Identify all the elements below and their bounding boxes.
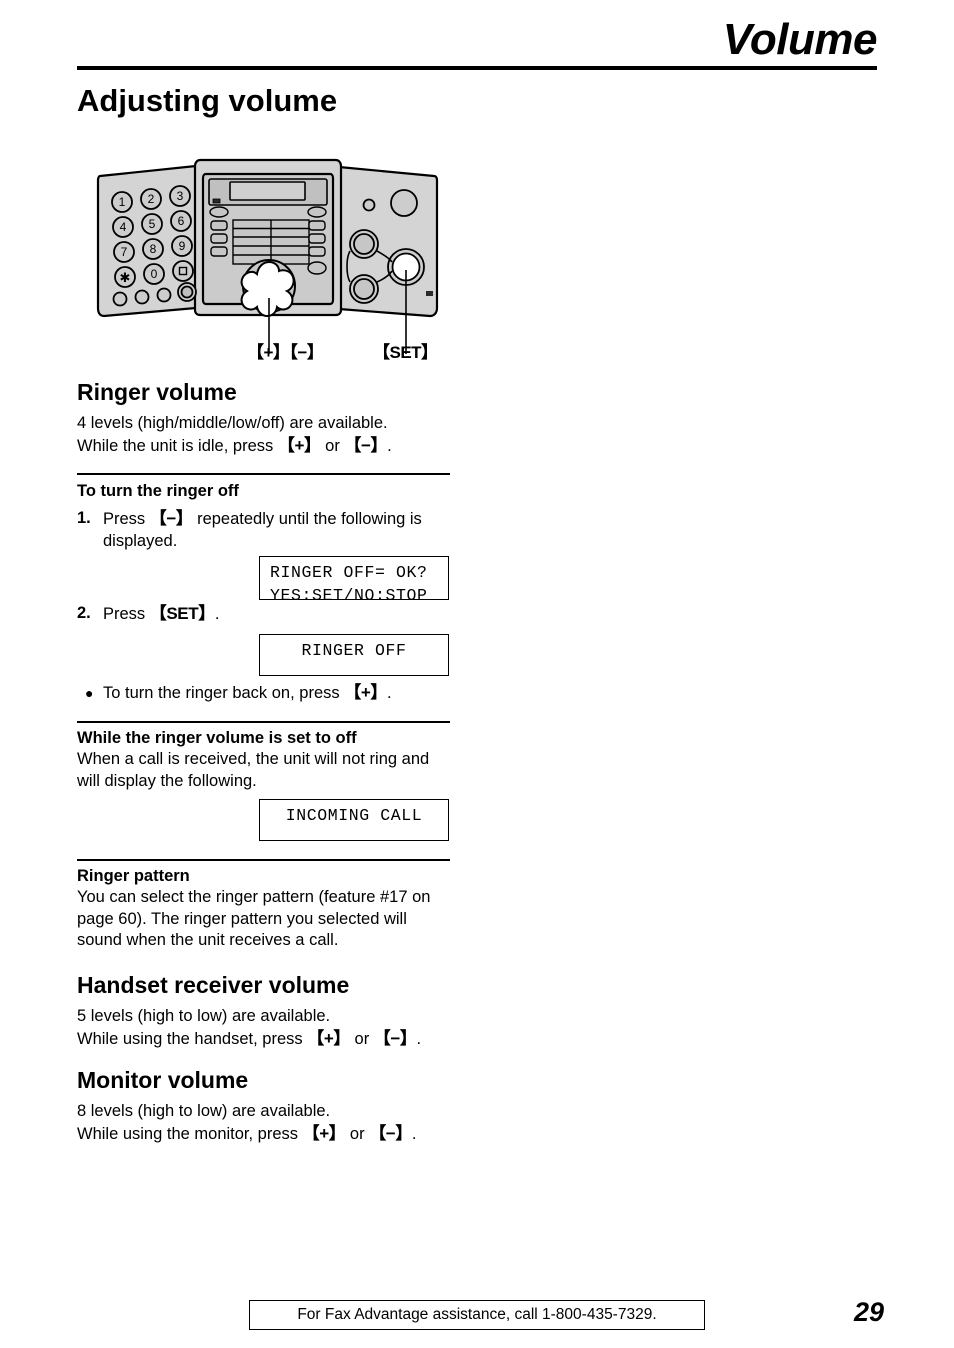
section-divider-2 xyxy=(77,721,450,723)
period: . xyxy=(416,1029,422,1048)
svg-text:5: 5 xyxy=(149,217,156,231)
device-corner-marker xyxy=(426,291,433,296)
heading-ringer-volume: Ringer volume xyxy=(77,379,237,405)
svg-text:7: 7 xyxy=(121,245,128,259)
heading-ringer-set-off: While the ringer volume is set to off xyxy=(77,729,357,747)
lcd-line-1: RINGER OFF xyxy=(301,641,407,660)
note-post: . xyxy=(386,684,392,702)
key-plus: 【+】 xyxy=(344,683,387,702)
key-plus: 【+】 xyxy=(302,1123,346,1143)
heading-turn-ringer-off: To turn the ringer off xyxy=(77,482,239,500)
header-divider xyxy=(77,66,877,70)
svg-text:✱: ✱ xyxy=(120,270,131,285)
conjunction-or: or xyxy=(345,1124,370,1143)
svg-text:2: 2 xyxy=(148,192,155,206)
period: . xyxy=(411,1124,417,1143)
heading-ringer-pattern: Ringer pattern xyxy=(77,867,190,885)
ringer-volume-line1: 4 levels (high/middle/low/off) are avail… xyxy=(77,414,388,432)
step-2-post: . xyxy=(214,605,220,623)
step-1-text: Press 【−】 repeatedly until the following… xyxy=(103,508,452,552)
lcd-display-ringer-off-confirm: RINGER OFF= OK? YES:SET/NO:STOP xyxy=(259,556,449,605)
ringer-volume-body: 4 levels (high/middle/low/off) are avail… xyxy=(77,413,457,457)
monitor-line2-pre: While using the monitor, press xyxy=(77,1124,303,1143)
key-set: 【SET】 xyxy=(149,604,215,623)
step-1-number: 1. xyxy=(77,509,91,527)
device-led-indicator xyxy=(212,198,221,204)
callout-label-set: 【SET】 xyxy=(373,343,438,362)
key-plus: 【+】 xyxy=(307,1028,350,1048)
lcd-line-1: RINGER OFF= OK? xyxy=(270,563,428,582)
heading-monitor-volume: Monitor volume xyxy=(77,1067,249,1093)
ringer-set-off-body: When a call is received, the unit will n… xyxy=(77,750,430,790)
step-2-number: 2. xyxy=(77,604,91,622)
ringer-volume-line2-pre: While the unit is idle, press xyxy=(77,436,278,455)
step-1: 1. Press 【−】 repeatedly until the follow… xyxy=(77,508,452,552)
key-minus: 【−】 xyxy=(344,435,388,455)
page-title: Adjusting volume xyxy=(77,83,338,118)
note-text: To turn the ringer back on, press 【+】. xyxy=(103,683,392,702)
step-2: 2. Press 【SET】. xyxy=(77,603,467,626)
bullet-icon: ● xyxy=(85,685,94,701)
callout-label-plus-minus: 【+】【−】 xyxy=(247,343,324,362)
key-minus: 【−】 xyxy=(369,1123,412,1143)
ringer-pattern-body: You can select the ringer pattern (featu… xyxy=(77,888,431,949)
heading-handset-receiver-volume: Handset receiver volume xyxy=(77,972,350,998)
key-minus: 【−】 xyxy=(373,1028,417,1048)
device-svg: 1 2 3 4 5 6 7 8 9 ✱ 0 xyxy=(96,158,439,354)
handset-line1: 5 levels (high to low) are available. xyxy=(77,1007,331,1025)
svg-text:0: 0 xyxy=(151,267,158,281)
lcd-display-incoming-call: INCOMING CALL xyxy=(259,799,449,841)
fax-machine-illustration: 1 2 3 4 5 6 7 8 9 ✱ 0 xyxy=(96,158,456,358)
step-2-text: Press 【SET】. xyxy=(103,603,467,626)
document-page: Volume Adjusting volume 1 2 3 4 5 6 7 8 … xyxy=(0,0,954,1348)
svg-text:4: 4 xyxy=(120,220,127,234)
lcd-display-ringer-off: RINGER OFF xyxy=(259,634,449,676)
note-turn-ringer-back-on: ● To turn the ringer back on, press 【+】. xyxy=(85,682,465,705)
note-pre: To turn the ringer back on, press xyxy=(103,684,345,702)
section-divider-1 xyxy=(77,473,450,475)
footer-assistance-box: For Fax Advantage assistance, call 1-800… xyxy=(249,1300,705,1330)
conjunction-or: or xyxy=(320,436,345,455)
monitor-line1: 8 levels (high to low) are available. xyxy=(77,1102,331,1120)
step-2-pre: Press xyxy=(103,605,150,623)
svg-text:3: 3 xyxy=(177,189,184,203)
page-number: 29 xyxy=(853,1297,884,1327)
conjunction-or: or xyxy=(349,1029,374,1048)
svg-text:9: 9 xyxy=(179,239,186,253)
svg-text:1: 1 xyxy=(119,195,126,209)
key-plus: 【+】 xyxy=(277,435,321,455)
step-1-pre: Press xyxy=(103,510,150,528)
handset-receiver-volume-body: 5 levels (high to low) are available. Wh… xyxy=(77,1006,457,1050)
device-lcd-area xyxy=(208,178,328,206)
period: . xyxy=(387,436,392,455)
monitor-volume-body: 8 levels (high to low) are available. Wh… xyxy=(77,1101,457,1145)
handset-line2-pre: While using the handset, press xyxy=(77,1029,308,1048)
svg-text:8: 8 xyxy=(150,242,157,256)
lcd-line-1: INCOMING CALL xyxy=(285,806,423,825)
key-minus: 【−】 xyxy=(149,509,193,528)
svg-text:6: 6 xyxy=(178,214,185,228)
running-head-title: Volume xyxy=(722,15,878,64)
device-station-grid xyxy=(232,219,310,265)
footer-assistance-text: For Fax Advantage assistance, call 1-800… xyxy=(297,1306,657,1323)
section-divider-3 xyxy=(77,859,450,861)
